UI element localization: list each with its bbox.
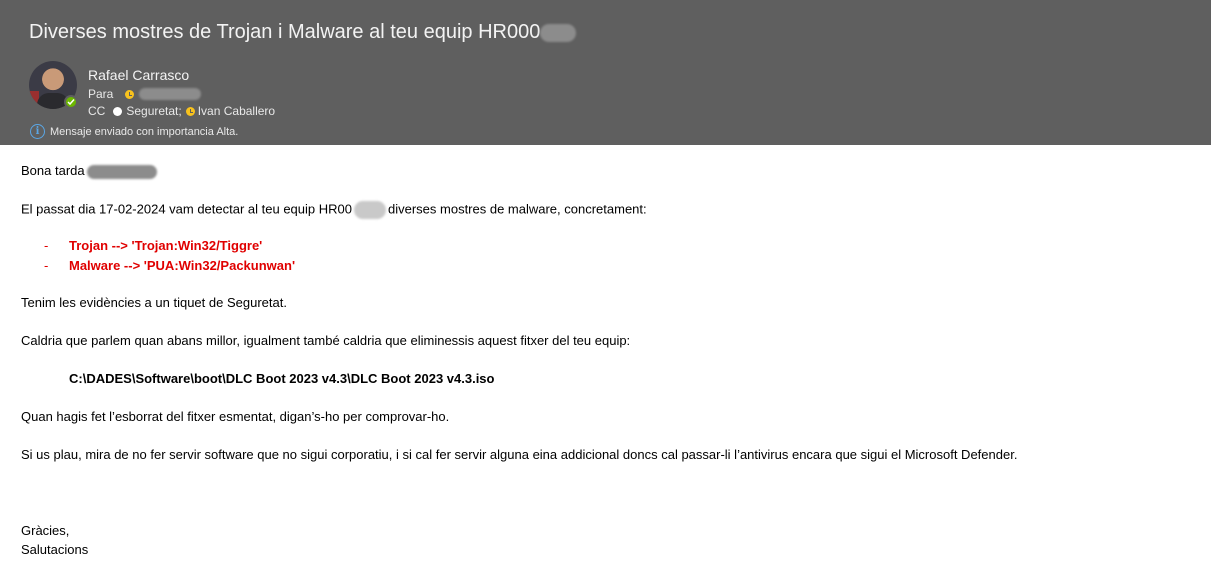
- list-dash: -: [44, 238, 49, 253]
- closing-regards: Salutacions: [21, 542, 89, 557]
- email-body: Bona tarda El passat dia 17-02-2024 vam …: [0, 145, 1211, 574]
- threat-item: - Trojan --> 'Trojan:Win32/Tiggre': [44, 238, 262, 253]
- email-header: Diverses mostres de Trojan i Malware al …: [0, 0, 1211, 145]
- greeting: Bona tarda: [21, 163, 157, 179]
- detection-line: El passat dia 17-02-2024 vam detectar al…: [21, 201, 647, 219]
- policy-line: Si us plau, mira de no fer servir softwa…: [21, 447, 1018, 462]
- redacted-device-id: [353, 201, 386, 219]
- presence-offline-icon: [113, 106, 123, 116]
- redacted-recipient[interactable]: [139, 88, 202, 100]
- cc-recipient-seguretat[interactable]: Seguretat;: [126, 104, 181, 118]
- email-subject: Diverses mostres de Trojan i Malware al …: [29, 21, 577, 44]
- importance-notice: i Mensaje enviado con importancia Alta.: [30, 124, 238, 139]
- confirm-line: Quan hagis fet l’esborrat del fitxer esm…: [21, 409, 450, 424]
- info-icon: i: [30, 124, 45, 139]
- evidence-line: Tenim les evidències a un tiquet de Segu…: [21, 295, 287, 310]
- cc-label: CC: [88, 104, 106, 118]
- threat-item: - Malware --> 'PUA:Win32/Packunwan': [44, 258, 295, 273]
- presence-available-icon: [64, 95, 78, 109]
- redacted-name: [86, 164, 157, 179]
- subject-text: Diverses mostres de Trojan i Malware al …: [29, 21, 541, 43]
- importance-text: Mensaje enviado con importancia Alta.: [50, 125, 239, 138]
- cc-recipient-ivan[interactable]: Ivan Caballero: [198, 104, 275, 118]
- to-row: Para: [88, 87, 202, 101]
- list-dash: -: [44, 258, 49, 273]
- detection-text: El passat dia 17-02-2024 vam detectar al…: [21, 201, 352, 217]
- threat-text: Trojan --> 'Trojan:Win32/Tiggre': [69, 238, 263, 253]
- cc-row: CC Seguretat; Ivan Caballero: [88, 104, 275, 118]
- sender-name[interactable]: Rafael Carrasco: [88, 67, 189, 83]
- redacted-block: [540, 23, 577, 42]
- request-line: Caldria que parlem quan abans millor, ig…: [21, 333, 631, 348]
- greeting-text: Bona tarda: [21, 163, 85, 178]
- closing-thanks: Gràcies,: [21, 523, 70, 538]
- file-path: C:\DADES\Software\boot\DLC Boot 2023 v4.…: [69, 371, 495, 386]
- presence-away-icon: [185, 106, 195, 116]
- detection-text-suffix: diverses mostres de malware, concretamen…: [387, 201, 647, 217]
- threat-text: Malware --> 'PUA:Win32/Packunwan': [69, 258, 296, 273]
- to-label: Para: [88, 87, 114, 101]
- presence-away-icon: [125, 89, 135, 99]
